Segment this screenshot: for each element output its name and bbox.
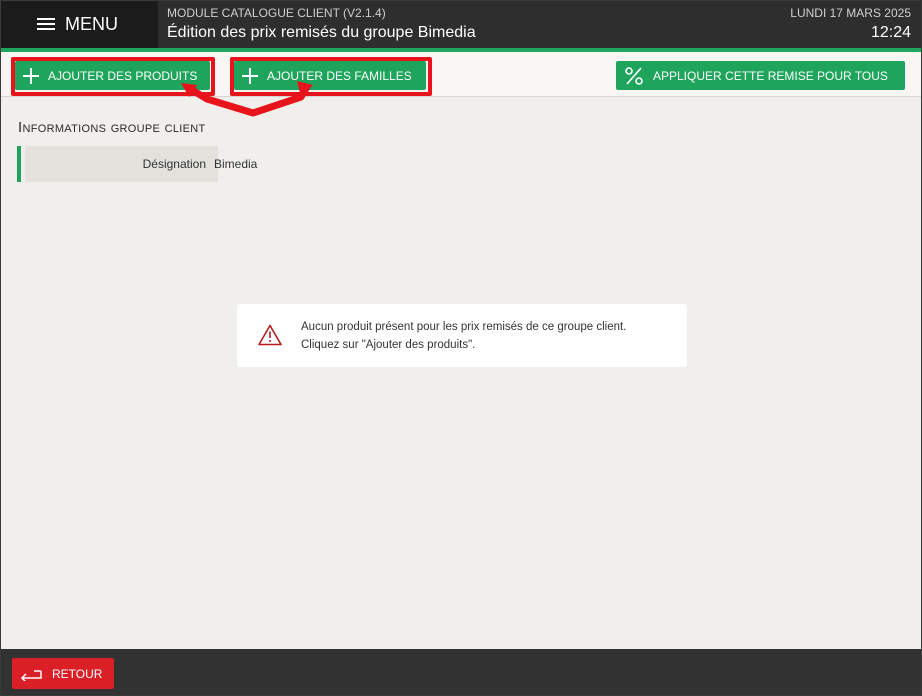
- info-row-designation: Désignation Bimedia: [17, 146, 577, 182]
- back-button[interactable]: RETOUR: [12, 658, 114, 689]
- page-title: Édition des prix remisés du groupe Bimed…: [167, 24, 476, 41]
- footer-bar: RETOUR: [1, 649, 921, 695]
- designation-value: Bimedia: [214, 157, 258, 171]
- percent-icon: [625, 66, 643, 85]
- apply-discount-label: APPLIQUER CETTE REMISE POUR TOUS: [653, 68, 888, 83]
- add-families-button[interactable]: AJOUTER DES FAMILLES: [234, 61, 426, 90]
- apply-discount-all-button[interactable]: APPLIQUER CETTE REMISE POUR TOUS: [616, 61, 905, 90]
- app-header: MENU MODULE CATALOGUE CLIENT (V2.1.4) Éd…: [1, 1, 921, 48]
- message-line-2: Cliquez sur "Ajouter des produits".: [301, 339, 476, 351]
- menu-label: MENU: [65, 14, 118, 34]
- plus-icon: [23, 67, 39, 84]
- add-products-button[interactable]: AJOUTER DES PRODUITS: [15, 61, 210, 90]
- current-date: LUNDI 17 MARS 2025: [790, 6, 911, 20]
- menu-button[interactable]: MENU: [1, 1, 158, 48]
- toolbar: AJOUTER DES PRODUITS AJOUTER DES FAMILLE…: [1, 52, 921, 97]
- hamburger-icon: [37, 18, 55, 31]
- section-title: Informations groupe client: [18, 119, 206, 136]
- add-products-label: AJOUTER DES PRODUITS: [48, 68, 198, 83]
- row-accent-bar: [17, 146, 21, 182]
- designation-label: Désignation: [25, 146, 218, 182]
- back-label: RETOUR: [52, 666, 103, 681]
- module-title: MODULE CATALOGUE CLIENT (V2.1.4): [167, 6, 386, 20]
- message-line-1: Aucun produit présent pour les prix remi…: [301, 321, 627, 333]
- current-time: 12:24: [870, 24, 911, 41]
- add-families-label: AJOUTER DES FAMILLES: [267, 68, 412, 83]
- warning-triangle-icon: [258, 324, 282, 346]
- return-arrow-icon: [20, 669, 42, 681]
- plus-icon: [242, 67, 258, 84]
- empty-state-message: Aucun produit présent pour les prix remi…: [237, 304, 687, 367]
